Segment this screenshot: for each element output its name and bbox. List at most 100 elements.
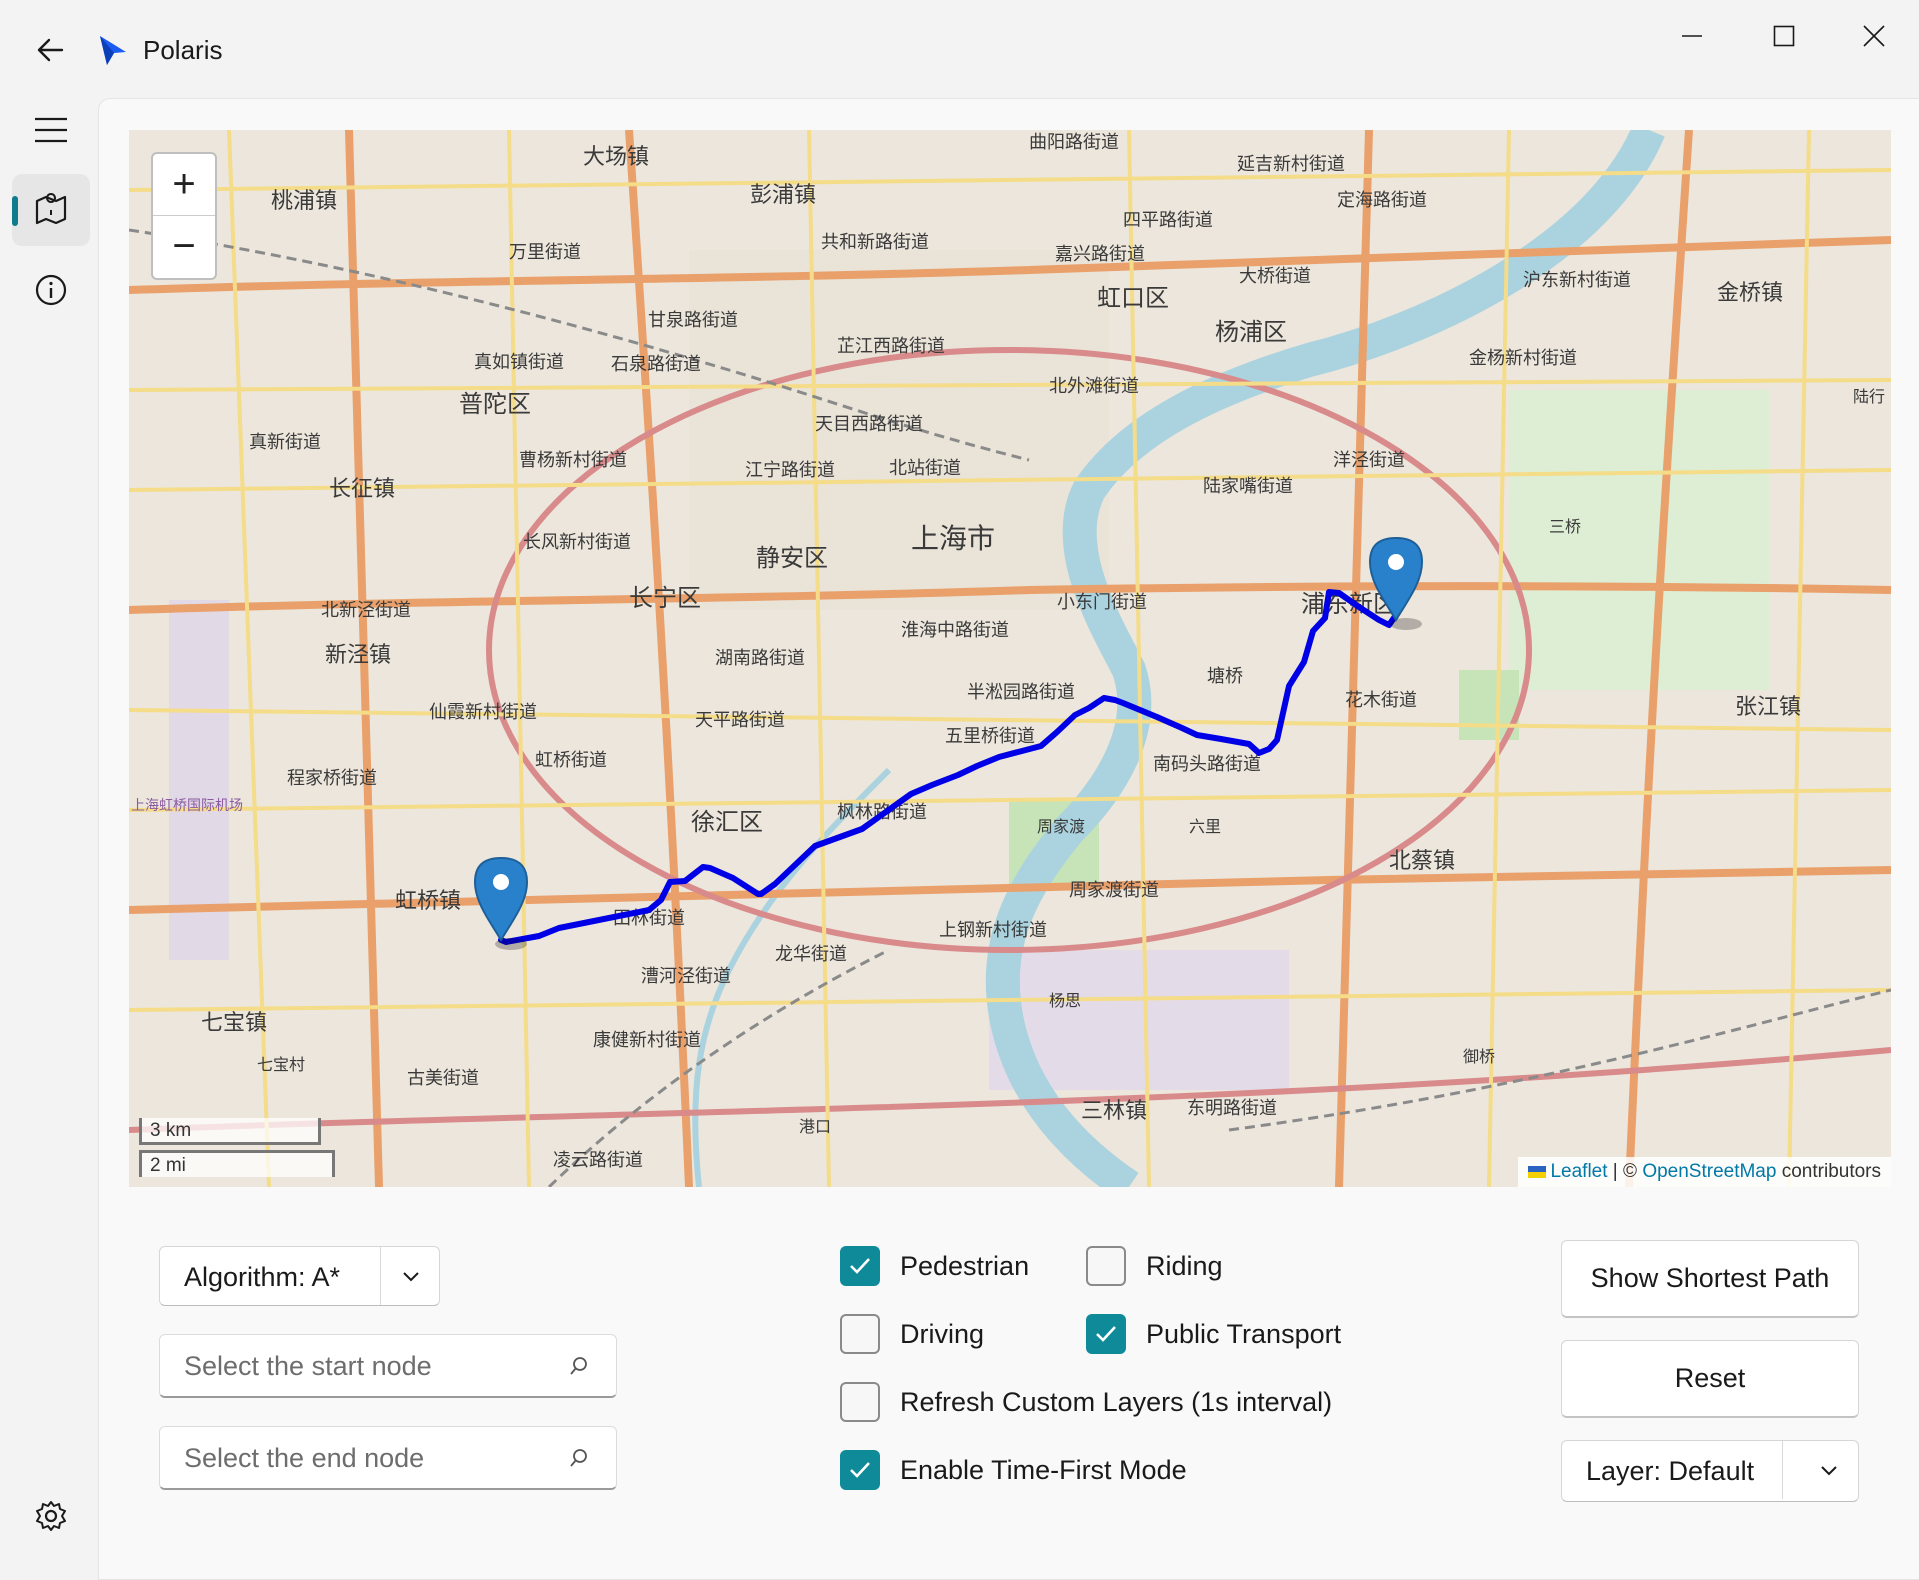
- reset-button[interactable]: Reset: [1561, 1340, 1859, 1418]
- maximize-icon: [1773, 25, 1795, 47]
- osm-link[interactable]: OpenStreetMap: [1642, 1161, 1776, 1182]
- show-shortest-path-button[interactable]: Show Shortest Path: [1561, 1240, 1859, 1318]
- zoom-in-button[interactable]: +: [153, 154, 215, 216]
- map-label: 半淞园路街道: [967, 682, 1075, 703]
- map-label: 七宝村: [257, 1055, 305, 1074]
- back-arrow-icon: [37, 38, 64, 62]
- map-label: 杨浦区: [1215, 318, 1287, 346]
- gear-icon: [36, 1501, 66, 1531]
- search-icon: [570, 1357, 587, 1375]
- map-label: 长宁区: [629, 584, 701, 612]
- refresh-layers-label: Refresh Custom Layers (1s interval): [900, 1386, 1333, 1417]
- close-button[interactable]: [1842, 14, 1906, 58]
- map-label: 芷江西路街道: [837, 336, 945, 357]
- map-label: 天目西路街道: [815, 414, 923, 435]
- checkbox-box: [840, 1450, 880, 1490]
- map-label: 东明路街道: [1187, 1098, 1277, 1119]
- public-transport-checkbox[interactable]: Public Transport: [1086, 1312, 1341, 1356]
- map-label: 江宁路街道: [745, 460, 835, 481]
- start-node-search[interactable]: [159, 1334, 617, 1398]
- map-label: 长风新村街道: [523, 532, 631, 553]
- ukraine-flag-icon: [1528, 1166, 1547, 1178]
- app-title: Polaris: [143, 35, 223, 65]
- map-label: 塘桥: [1207, 666, 1243, 687]
- scale-bar-imperial: 2 mi: [139, 1150, 335, 1177]
- layer-label: Layer: Default: [1586, 1456, 1755, 1486]
- refresh-layers-checkbox[interactable]: Refresh Custom Layers (1s interval): [840, 1380, 1332, 1424]
- checkmark-icon: [1096, 1326, 1116, 1342]
- map-label: 沪东新村街道: [1523, 270, 1631, 291]
- nav-item-map[interactable]: [12, 174, 90, 246]
- algorithm-label: Algorithm: A*: [184, 1262, 341, 1292]
- nav-menu-button[interactable]: [12, 94, 90, 166]
- map-label: 杨思: [1049, 991, 1081, 1010]
- chevron-down-icon: [403, 1272, 419, 1282]
- map-label: 定海路街道: [1337, 190, 1427, 211]
- checkbox-box: [840, 1246, 880, 1286]
- title-bar: Polaris: [0, 0, 1919, 100]
- map-label: 龙华街道: [775, 944, 847, 965]
- info-icon: [35, 274, 67, 306]
- pedestrian-label: Pedestrian: [900, 1250, 1030, 1281]
- map-label: 御桥: [1463, 1047, 1495, 1066]
- map-label: 港口: [799, 1117, 831, 1136]
- riding-label: Riding: [1146, 1250, 1223, 1281]
- nav-item-info[interactable]: [12, 254, 90, 326]
- map-label: 上钢新村街道: [939, 920, 1047, 941]
- map-label: 北外滩街道: [1049, 376, 1139, 397]
- nav-item-settings[interactable]: [12, 1480, 90, 1552]
- minimize-icon: [1682, 35, 1702, 37]
- checkmark-icon: [850, 1258, 870, 1274]
- map-label: 徐汇区: [691, 808, 763, 836]
- zoom-out-button[interactable]: −: [153, 216, 215, 277]
- checkbox-box: [1086, 1246, 1126, 1286]
- minimize-button[interactable]: [1660, 14, 1724, 58]
- map-label: 万里街道: [509, 242, 581, 263]
- map-label: 程家桥街道: [287, 768, 377, 789]
- map-label: 周家渡: [1037, 817, 1085, 836]
- hamburger-menu-icon: [35, 117, 67, 143]
- map-label: 曹杨新村街道: [519, 450, 627, 471]
- map-label: 仙霞新村街道: [429, 702, 537, 723]
- time-first-label: Enable Time-First Mode: [900, 1454, 1187, 1485]
- map-label: 金杨新村街道: [1469, 348, 1577, 369]
- checkmark-icon: [850, 1462, 870, 1478]
- layer-dropdown[interactable]: Layer: Default: [1561, 1440, 1859, 1502]
- map-label: 淮海中路街道: [901, 620, 1009, 641]
- riding-checkbox[interactable]: Riding: [1086, 1244, 1223, 1288]
- map-label: 三桥: [1549, 517, 1581, 536]
- map-label: 北站街道: [889, 458, 961, 479]
- map-label: 康健新村街道: [593, 1030, 701, 1051]
- time-first-checkbox[interactable]: Enable Time-First Mode: [840, 1448, 1187, 1492]
- end-node-search[interactable]: [159, 1426, 617, 1490]
- map-label: 陆行: [1853, 387, 1885, 406]
- map-view[interactable]: 大场镇 曲阳路街道 延吉新村街道 彭浦镇 桃浦镇 定海路街道 共和新路街道 四平…: [129, 130, 1891, 1187]
- back-button[interactable]: [22, 22, 78, 78]
- algorithm-dropdown[interactable]: Algorithm: A*: [159, 1246, 440, 1306]
- map-label: 天平路街道: [695, 710, 785, 731]
- map-route-icon: [35, 193, 67, 225]
- map-label: 虹桥镇: [395, 889, 461, 914]
- start-node-input[interactable]: [184, 1347, 544, 1385]
- maximize-button[interactable]: [1752, 14, 1816, 58]
- checkbox-box: [1086, 1314, 1126, 1354]
- leaflet-link[interactable]: Leaflet: [1550, 1161, 1607, 1182]
- checkbox-box: [840, 1314, 880, 1354]
- map-label: 南码头路街道: [1153, 754, 1261, 775]
- driving-checkbox[interactable]: Driving: [840, 1312, 984, 1356]
- map-label: 上海虹桥国际机场: [131, 798, 243, 814]
- close-icon: [1863, 25, 1885, 47]
- map-tiles: 大场镇 曲阳路街道 延吉新村街道 彭浦镇 桃浦镇 定海路街道 共和新路街道 四平…: [129, 130, 1891, 1187]
- map-label: 凌云路街道: [553, 1150, 643, 1171]
- map-label: 新泾镇: [325, 643, 391, 668]
- pedestrian-checkbox[interactable]: Pedestrian: [840, 1244, 1029, 1288]
- end-node-input[interactable]: [184, 1439, 544, 1477]
- map-label: 静安区: [756, 544, 828, 572]
- map-label: 金桥镇: [1717, 281, 1783, 306]
- map-label: 长征镇: [329, 477, 395, 502]
- map-label: 石泉路街道: [611, 354, 701, 375]
- map-label: 彭浦镇: [750, 183, 816, 208]
- scale-bar-metric: 3 km: [139, 1118, 321, 1145]
- map-attribution: Leaflet | © OpenStreetMap contributors: [1518, 1157, 1891, 1187]
- map-label: 上海市: [911, 522, 995, 555]
